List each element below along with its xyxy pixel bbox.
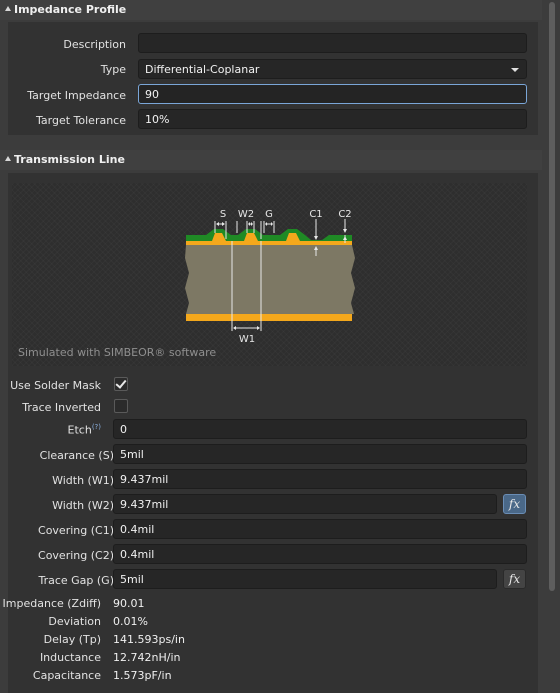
target-tolerance-label: Target Tolerance	[36, 114, 126, 127]
description-label: Description	[63, 38, 126, 51]
simbeor-caption: Simulated with SIMBEOR® software	[18, 346, 217, 359]
covering-c1-label: Covering (C1)	[38, 524, 114, 537]
clearance-label: Clearance (S)	[39, 449, 114, 462]
label-s: S	[220, 209, 226, 220]
width-w1-input[interactable]: 9.437mil	[113, 469, 527, 489]
trace-inverted-checkbox[interactable]	[114, 399, 128, 413]
width-w2-formula-button[interactable]: fx	[503, 494, 526, 514]
result-label: Delay (Tp)	[43, 633, 101, 646]
label-g: G	[265, 209, 273, 220]
section-header-transmission-line[interactable]: Transmission Line	[0, 150, 542, 170]
covering-c2-input[interactable]: 0.4mil	[113, 544, 527, 564]
cross-section-svg: S W2 G C1 C2 W1	[185, 209, 355, 345]
scrollbar-thumb[interactable]	[549, 2, 555, 591]
type-dropdown[interactable]: Differential-Coplanar	[138, 59, 527, 79]
result-value-deviation: 0.01%	[113, 615, 148, 628]
section-title: Transmission Line	[14, 153, 125, 166]
result-label: Deviation	[48, 615, 101, 628]
target-tolerance-input[interactable]: 10%	[138, 109, 527, 129]
result-label: Inductance	[39, 651, 101, 664]
trace-gap-input[interactable]: 5mil	[113, 569, 497, 589]
use-solder-mask-checkbox[interactable]	[114, 377, 128, 391]
collapse-triangle-icon[interactable]	[5, 6, 11, 11]
covering-c1-input[interactable]: 0.4mil	[113, 519, 527, 539]
etch-input[interactable]: 0	[113, 419, 527, 439]
top-copper-plane	[186, 241, 352, 245]
result-label: Impedance (Zdiff)	[2, 597, 101, 610]
etch-label-text: Etch	[67, 423, 92, 437]
vertical-scrollbar[interactable]	[544, 0, 560, 693]
section-title: Impedance Profile	[14, 3, 127, 16]
trace-gap-formula-button[interactable]: fx	[503, 569, 526, 589]
type-label: Type	[100, 63, 126, 76]
width-w2-input[interactable]: 9.437mil	[113, 494, 497, 514]
chevron-down-icon	[511, 68, 519, 72]
trace-gap-label: Trace Gap (G)	[38, 574, 114, 587]
section-header-impedance-profile[interactable]: Impedance Profile	[0, 0, 542, 20]
dielectric-core	[185, 245, 355, 314]
width-w2-label: Width (W2)	[52, 499, 114, 512]
label-c2: C2	[338, 209, 351, 220]
label-w2: W2	[238, 209, 254, 220]
type-selected-value: Differential-Coplanar	[145, 63, 260, 76]
width-w1-label: Width (W1)	[52, 474, 114, 487]
help-icon[interactable]: (?)	[92, 423, 101, 431]
etch-label: Etch(?)	[68, 423, 101, 437]
target-impedance-label: Target Impedance	[27, 89, 126, 102]
label-w1: W1	[239, 334, 255, 345]
collapse-triangle-icon[interactable]	[5, 156, 11, 161]
bottom-copper	[186, 314, 352, 321]
covering-c2-label: Covering (C2)	[38, 549, 114, 562]
cross-section-diagram: S W2 G C1 C2 W1 Simulated with SIMBEOR® …	[12, 183, 527, 366]
result-label: Capacitance	[32, 669, 101, 682]
result-value-delay: 141.593ps/in	[113, 633, 185, 646]
result-value-impedance: 90.01	[113, 597, 145, 610]
label-c1: C1	[309, 209, 322, 220]
checkmark-icon	[115, 377, 127, 389]
target-impedance-input[interactable]: 90	[138, 84, 527, 104]
result-value-capacitance: 1.573pF/in	[113, 669, 172, 682]
description-input[interactable]	[138, 33, 527, 53]
clearance-input[interactable]: 5mil	[113, 444, 527, 464]
use-solder-mask-label: Use Solder Mask	[10, 379, 101, 392]
trace-inverted-label: Trace Inverted	[22, 401, 101, 414]
result-value-inductance: 12.742nH/in	[113, 651, 181, 664]
